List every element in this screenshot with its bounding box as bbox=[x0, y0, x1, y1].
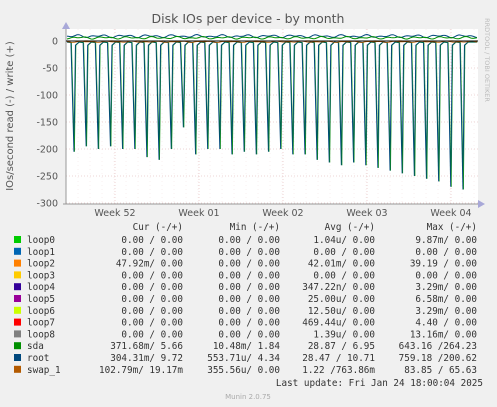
legend-series-name: loop7 bbox=[27, 318, 55, 329]
legend-value-cur: 47.92m/ 0.00 bbox=[116, 259, 183, 270]
legend-swatch bbox=[14, 365, 21, 373]
legend-series-name: loop0 bbox=[27, 235, 55, 246]
legend-column-header: Min (-/+) bbox=[230, 222, 280, 233]
legend-swatch bbox=[14, 318, 21, 326]
y-tick-label: -250 bbox=[36, 172, 58, 183]
legend-series-name: loop8 bbox=[27, 329, 55, 340]
legend-value-min: 0.00 / 0.00 bbox=[218, 247, 280, 258]
legend-value-avg: 28.87 / 6.95 bbox=[308, 341, 375, 352]
y-tick-label: -150 bbox=[36, 118, 58, 129]
legend-swatch bbox=[14, 271, 21, 279]
y-axis-arrow-icon bbox=[62, 22, 70, 29]
legend-column-header: Cur (-/+) bbox=[133, 222, 183, 233]
legend-swatch bbox=[14, 342, 21, 350]
legend-value-cur: 102.79m/ 19.17m bbox=[99, 365, 183, 376]
legend-value-min: 10.48m/ 1.84 bbox=[213, 341, 281, 352]
legend-value-avg: 42.01m/ 0.00 bbox=[308, 259, 375, 270]
x-axis-ticks: Week 52 Week 01 Week 02 Week 03 Week 04 bbox=[94, 208, 471, 219]
legend-value-max: 3.29m/ 0.00 bbox=[415, 306, 477, 317]
legend-swatch bbox=[14, 330, 21, 338]
legend-swatch bbox=[14, 247, 21, 255]
legend-swatch bbox=[14, 354, 21, 361]
legend-value-avg: 1.04u/ 0.00 bbox=[313, 235, 375, 246]
legend-value-avg: 25.00u/ 0.00 bbox=[308, 294, 375, 305]
legend-value-cur: 0.00 / 0.00 bbox=[121, 294, 183, 305]
legend-value-max: 0.00 / 0.00 bbox=[415, 270, 477, 281]
y-axis-label: IOs/second read (-) / write (+) bbox=[5, 41, 16, 191]
chart-title: Disk IOs per device - by month bbox=[152, 11, 345, 26]
legend-value-cur: 0.00 / 0.00 bbox=[121, 306, 183, 317]
legend-value-max: 83.85 / 65.63 bbox=[404, 365, 477, 376]
legend-value-min: 0.00 / 0.00 bbox=[218, 329, 280, 340]
legend-series-name: loop3 bbox=[27, 270, 55, 281]
legend-value-max: 759.18 /200.62 bbox=[399, 353, 477, 364]
x-tick-label: Week 01 bbox=[178, 208, 219, 219]
x-tick-label: Week 52 bbox=[94, 208, 135, 219]
legend-value-avg: 1.22 /763.86m bbox=[302, 365, 375, 376]
legend-swatch bbox=[14, 236, 21, 243]
legend-value-max: 6.58m/ 0.00 bbox=[415, 294, 477, 305]
legend-series-name: loop6 bbox=[27, 306, 55, 317]
y-tick-label: -100 bbox=[36, 91, 58, 102]
legend-value-min: 553.71u/ 4.34 bbox=[207, 353, 280, 364]
legend-series-name: loop5 bbox=[27, 294, 55, 305]
x-axis-arrow-icon bbox=[478, 200, 485, 208]
legend-series-name: root bbox=[27, 353, 49, 364]
last-update: Last update: Fri Jan 24 18:00:04 2025 bbox=[276, 378, 483, 389]
legend-swatch bbox=[14, 259, 21, 267]
legend-value-min: 0.00 / 0.00 bbox=[218, 235, 280, 246]
x-tick-label: Week 04 bbox=[430, 208, 471, 219]
y-axis-ticks: 0 -50 -100 -150 -200 -250 -300 bbox=[36, 37, 58, 210]
legend-value-avg: 1.39u/ 0.00 bbox=[313, 329, 375, 340]
legend-column-header: Max (-/+) bbox=[427, 222, 477, 233]
legend-value-min: 0.00 / 0.00 bbox=[218, 282, 280, 293]
y-tick-label: 0 bbox=[52, 37, 58, 48]
legend-series-name: sda bbox=[27, 341, 44, 352]
disk-io-chart: Disk IOs per device - by month 0 -50 -100 -… bbox=[5, 11, 491, 401]
legend-column-header: Avg (-/+) bbox=[325, 222, 375, 233]
side-label: RRDTOOL / TOBI OETIKER bbox=[483, 18, 491, 102]
legend-value-cur: 0.00 / 0.00 bbox=[121, 247, 183, 258]
legend-value-max: 643.16 /264.23 bbox=[399, 341, 477, 352]
legend-value-max: 4.40 / 0.00 bbox=[415, 318, 477, 329]
legend-value-cur: 304.31m/ 9.72 bbox=[110, 353, 183, 364]
legend-value-cur: 0.00 / 0.00 bbox=[121, 329, 183, 340]
legend-value-cur: 0.00 / 0.00 bbox=[121, 235, 183, 246]
footer-version: Munin 2.0.75 bbox=[225, 393, 271, 401]
legend-series-name: loop4 bbox=[27, 282, 55, 293]
legend-value-max: 0.00 / 0.00 bbox=[415, 247, 477, 258]
y-tick-label: -50 bbox=[42, 64, 58, 75]
legend-value-avg: 12.50u/ 0.00 bbox=[308, 306, 375, 317]
legend: Cur (-/+) Min (-/+) Avg (-/+) Max (-/+) loop… bbox=[14, 222, 477, 376]
legend-value-avg: 347.22n/ 0.00 bbox=[302, 282, 375, 293]
legend-swatch bbox=[14, 283, 21, 291]
y-tick-label: -200 bbox=[36, 145, 58, 156]
legend-value-cur: 0.00 / 0.00 bbox=[121, 282, 183, 293]
legend-value-avg: 28.47 / 10.71 bbox=[302, 353, 375, 364]
legend-value-min: 0.00 / 0.00 bbox=[218, 259, 280, 270]
legend-value-cur: 371.68m/ 5.66 bbox=[110, 341, 183, 352]
legend-value-max: 13.16m/ 0.00 bbox=[410, 329, 477, 340]
legend-series-name: loop2 bbox=[27, 259, 55, 270]
legend-swatch bbox=[14, 306, 21, 314]
legend-value-cur: 0.00 / 0.00 bbox=[121, 270, 183, 281]
legend-series-name: loop1 bbox=[27, 247, 55, 258]
legend-value-avg: 0.00 / 0.00 bbox=[313, 270, 375, 281]
legend-value-min: 0.00 / 0.00 bbox=[218, 306, 280, 317]
legend-value-min: 0.00 / 0.00 bbox=[218, 318, 280, 329]
x-tick-label: Week 03 bbox=[346, 208, 387, 219]
legend-value-max: 9.87m/ 0.00 bbox=[415, 235, 477, 246]
legend-value-min: 0.00 / 0.00 bbox=[218, 270, 280, 281]
legend-value-min: 355.56u/ 0.00 bbox=[207, 365, 280, 376]
legend-value-max: 3.29m/ 0.00 bbox=[415, 282, 477, 293]
x-tick-label: Week 02 bbox=[262, 208, 303, 219]
legend-series-name: swap_1 bbox=[27, 365, 61, 376]
y-tick-label: -300 bbox=[36, 199, 58, 210]
legend-swatch bbox=[14, 295, 21, 302]
legend-value-max: 39.19 / 0.00 bbox=[410, 259, 477, 270]
legend-value-cur: 0.00 / 0.00 bbox=[121, 318, 183, 329]
legend-value-min: 0.00 / 0.00 bbox=[218, 294, 280, 305]
legend-value-avg: 469.44u/ 0.00 bbox=[302, 318, 375, 329]
legend-value-avg: 0.00 / 0.00 bbox=[313, 247, 375, 258]
